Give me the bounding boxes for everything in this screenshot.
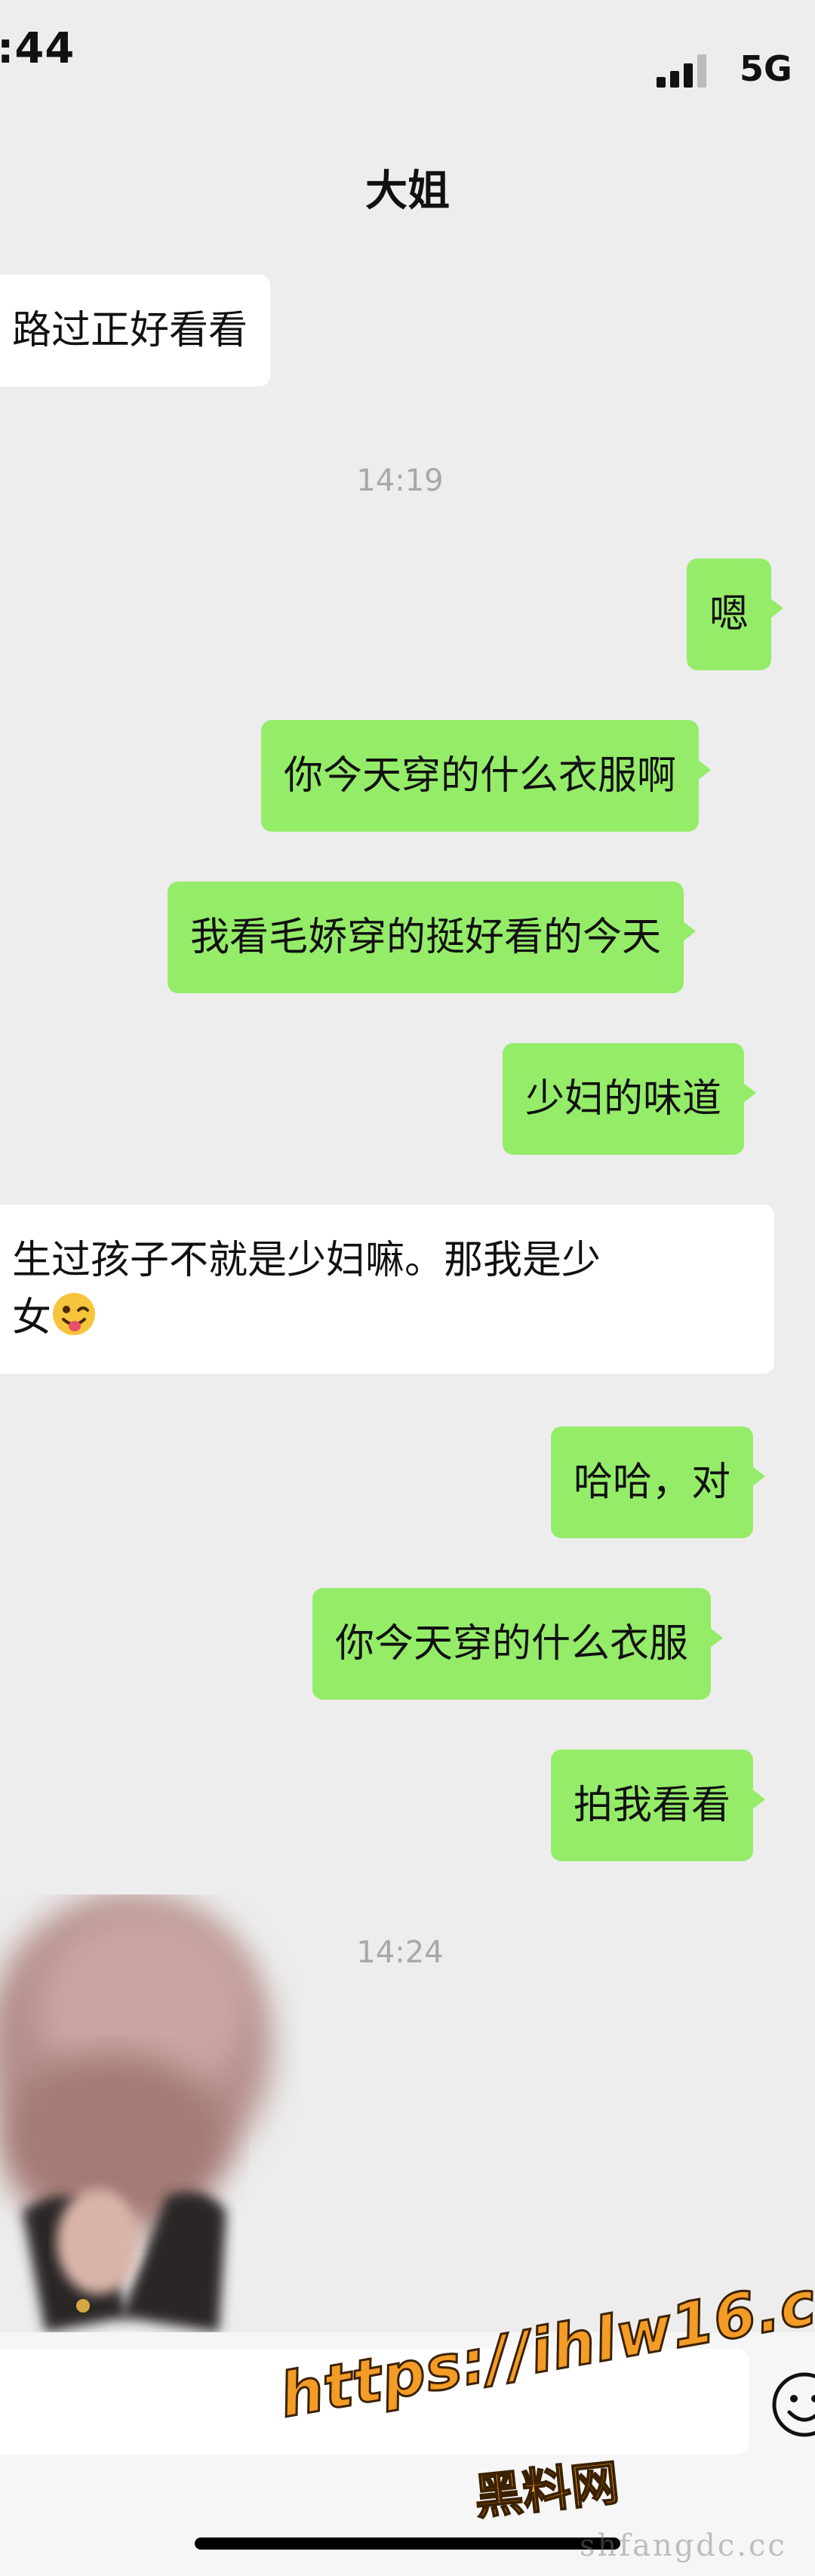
home-indicator[interactable] — [195, 2538, 620, 2550]
message-text: 路过正好看看 — [12, 308, 248, 353]
status-time: :44 — [0, 24, 75, 73]
chat-title: 大姐 — [365, 167, 450, 216]
status-bar: :44 5G — [0, 0, 815, 113]
message-text: 拍我看看 — [574, 1783, 731, 1828]
message-text: 生过孩子不就是少妇嘛。那我是少 — [12, 1238, 601, 1283]
timestamp: 14:19 — [356, 463, 444, 498]
outgoing-message[interactable]: 嗯 — [687, 559, 784, 670]
outgoing-message[interactable]: 你今天穿的什么衣服 — [312, 1588, 724, 1700]
winking-face-tongue-emoji — [53, 1293, 96, 1335]
message-text: 嗯 — [709, 592, 749, 637]
message-text: 少妇的味道 — [525, 1076, 722, 1122]
outgoing-message[interactable]: 哈哈，对 — [551, 1426, 766, 1538]
incoming-message[interactable]: 生过孩子不就是少妇嘛。那我是少 女 — [0, 1205, 774, 1374]
outgoing-message[interactable]: 我看毛娇穿的挺好看的今天 — [168, 882, 697, 993]
outgoing-message[interactable]: 拍我看看 — [551, 1750, 766, 1861]
network-type: 5G — [740, 48, 792, 89]
outgoing-message[interactable]: 少妇的味道 — [503, 1043, 757, 1155]
blurred-photo-message[interactable] — [0, 1894, 317, 2332]
message-line-2: 女 — [12, 1289, 752, 1346]
incoming-message[interactable]: 路过正好看看 — [0, 275, 271, 386]
smiley-face-icon[interactable] — [768, 2368, 815, 2441]
message-text: 我看毛娇穿的挺好看的今天 — [190, 915, 662, 960]
photo-image — [0, 1894, 272, 2332]
message-text: 你今天穿的什么衣服啊 — [284, 753, 677, 799]
outgoing-message[interactable]: 你今天穿的什么衣服啊 — [261, 720, 712, 832]
message-text: 你今天穿的什么衣服 — [335, 1621, 689, 1667]
message-text: 哈哈，对 — [574, 1460, 731, 1505]
watermark-corner: shfangdc.cc — [580, 2528, 787, 2563]
signal-bars-icon — [657, 54, 706, 88]
